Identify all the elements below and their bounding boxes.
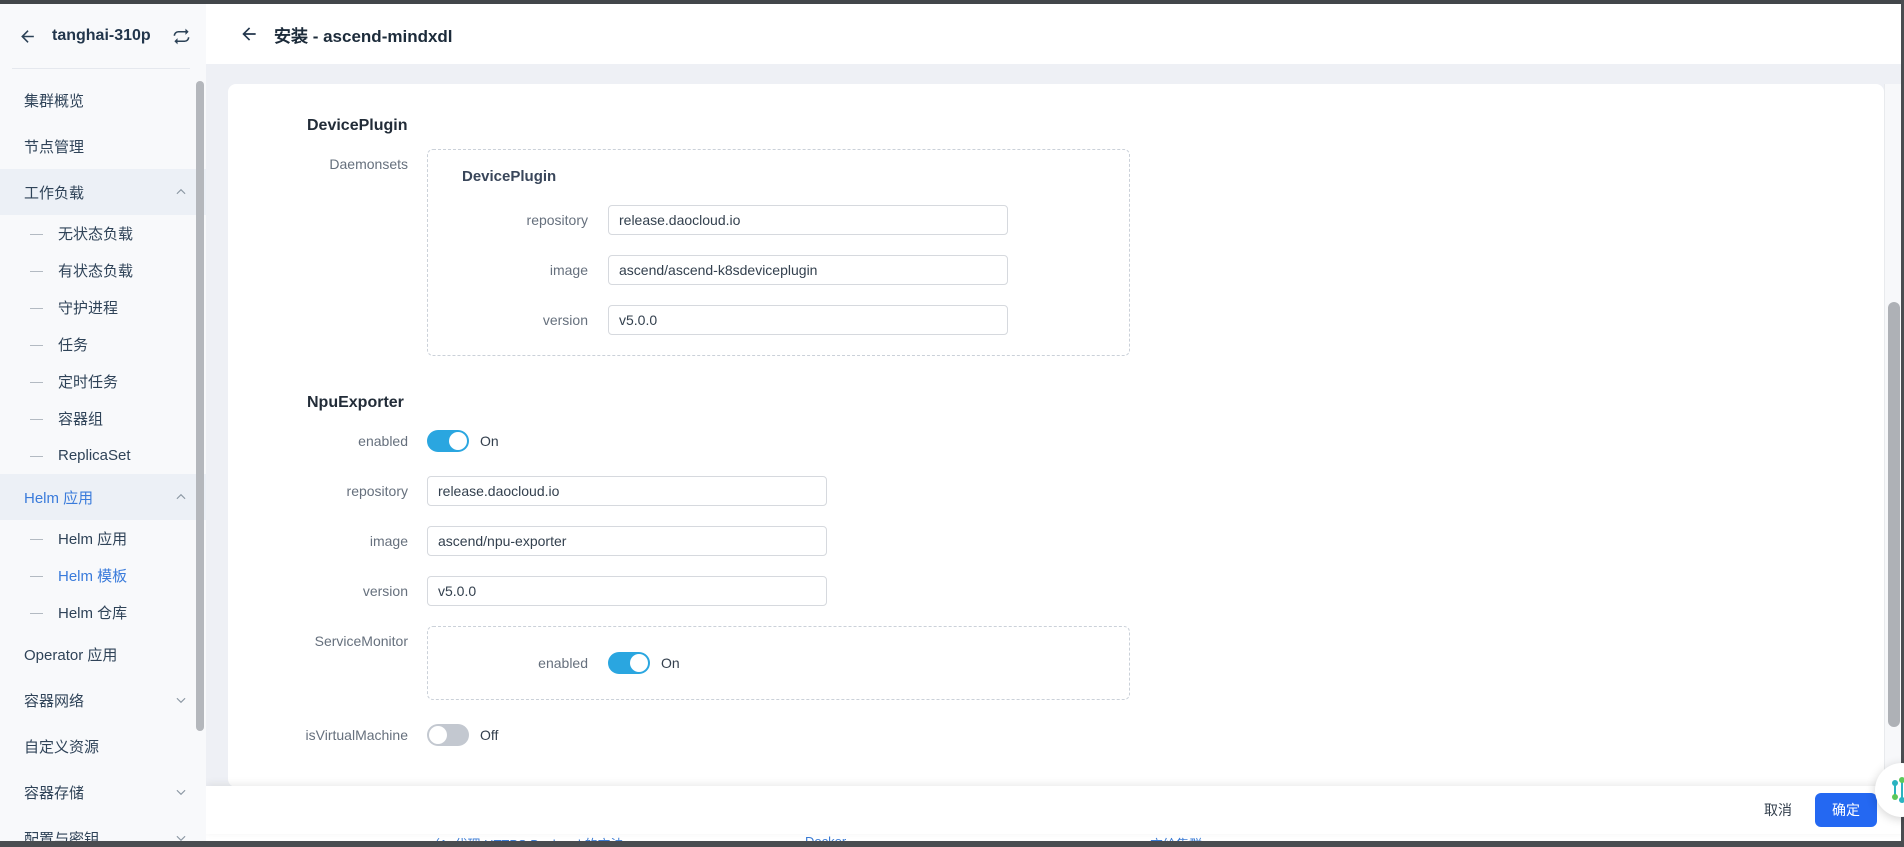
sidebar-item-helm-repos[interactable]: — Helm 仓库: [0, 594, 206, 631]
servicemonitor-label: ServiceMonitor: [314, 633, 408, 649]
sidebar-item-stateful-workloads[interactable]: — 有状态负载: [0, 252, 206, 289]
main-scrollbar-thumb[interactable]: [1888, 302, 1900, 727]
dash-icon: —: [30, 605, 43, 620]
content-backdrop: DevicePlugin Daemonsets DevicePlugin rep…: [206, 64, 1904, 847]
toggle-state-text: On: [480, 433, 499, 449]
dash-icon: —: [30, 374, 43, 389]
dash-icon: —: [30, 226, 43, 241]
section-npuexporter: NpuExporter enabled On repository releas…: [228, 394, 1884, 750]
toggle-knob: [630, 654, 648, 672]
dash-icon: —: [30, 531, 43, 546]
dash-icon: —: [30, 263, 43, 278]
npuexporter-image-input[interactable]: [427, 526, 827, 556]
sidebar-item-jobs[interactable]: — 任务: [0, 326, 206, 363]
servicemonitor-box: enabled On: [427, 626, 1130, 700]
sidebar-header: tanghai-310p: [0, 4, 206, 68]
section-title: NpuExporter: [307, 394, 404, 411]
sidebar-item-operator-apps[interactable]: Operator 应用: [0, 631, 206, 677]
chevron-up-icon: [174, 490, 188, 504]
npuexporter-repository-input[interactable]: [427, 476, 827, 506]
sidebar-item-helm-apps-group[interactable]: Helm 应用: [0, 474, 206, 520]
toggle-knob: [449, 432, 467, 450]
ai-assistant-icon: [1892, 777, 1904, 803]
dash-icon: —: [30, 300, 43, 315]
sidebar-item-workloads[interactable]: 工作负载: [0, 169, 206, 215]
sidebar-item-helm-apps[interactable]: — Helm 应用: [0, 520, 206, 557]
sidebar-item-container-storage[interactable]: 容器存储: [0, 769, 206, 815]
box-title: DevicePlugin: [462, 168, 557, 185]
back-arrow-icon[interactable]: [238, 23, 260, 45]
chevron-down-icon: [174, 693, 188, 707]
npuexporter-enabled-toggle[interactable]: [427, 430, 469, 452]
isvirtualmachine-toggle[interactable]: [427, 724, 469, 746]
install-form-card: DevicePlugin Daemonsets DevicePlugin rep…: [228, 84, 1884, 787]
daemonsets-label: Daemonsets: [329, 156, 408, 172]
sidebar-item-replicaset[interactable]: — ReplicaSet: [0, 437, 206, 474]
sidebar-item-stateless-workloads[interactable]: — 无状态负载: [0, 215, 206, 252]
sidebar-nav: 集群概览 节点管理 工作负载 — 无状态负载 — 有状态负载 — 守护进程 — 任务 —…: [0, 77, 206, 847]
window-bottom-edge: [0, 841, 1904, 847]
deviceplugin-version-input[interactable]: [608, 305, 1008, 335]
sidebar-item-container-network[interactable]: 容器网络: [0, 677, 206, 723]
enabled-label: enabled: [358, 433, 408, 449]
page-header: 安装 - ascend-mindxdl: [206, 4, 1904, 64]
app-window: tanghai-310p 集群概览 节点管理 工作负载 — 无状态负载 — 有状态负…: [0, 0, 1904, 847]
back-arrow-icon[interactable]: [16, 25, 38, 47]
page-title: 安装 - ascend-mindxdl: [274, 26, 453, 46]
version-label: version: [542, 312, 588, 328]
dash-icon: —: [30, 448, 43, 463]
isvirtualmachine-label: isVirtualMachine: [305, 727, 408, 743]
deviceplugin-repository-input[interactable]: [608, 205, 1008, 235]
repository-label: repository: [526, 212, 588, 228]
image-label: image: [369, 533, 408, 549]
sidebar-item-helm-templates[interactable]: — Helm 模板: [0, 557, 206, 594]
sidebar-item-cronjobs[interactable]: — 定时任务: [0, 363, 206, 400]
dash-icon: —: [30, 411, 43, 426]
chevron-up-icon: [174, 185, 188, 199]
chevron-down-icon: [174, 785, 188, 799]
refresh-cycle-icon[interactable]: [170, 25, 192, 47]
footer-action-bar: 取消 确定: [206, 786, 1904, 834]
toggle-state-text: On: [661, 655, 680, 671]
cancel-button[interactable]: 取消: [1754, 793, 1802, 827]
sidebar-item-daemon-process[interactable]: — 守护进程: [0, 289, 206, 326]
image-label: image: [549, 262, 588, 278]
confirm-button[interactable]: 确定: [1815, 793, 1877, 827]
sidebar: tanghai-310p 集群概览 节点管理 工作负载 — 无状态负载 — 有状态负…: [0, 4, 206, 847]
servicemonitor-enabled-toggle[interactable]: [608, 652, 650, 674]
main-area: 安装 - ascend-mindxdl DevicePlugin Daemons…: [206, 4, 1904, 847]
section-title: DevicePlugin: [307, 117, 408, 134]
enabled-label: enabled: [538, 655, 588, 671]
deviceplugin-image-input[interactable]: [608, 255, 1008, 285]
sidebar-item-custom-resources[interactable]: 自定义资源: [0, 723, 206, 769]
deviceplugin-daemonsets-box: DevicePlugin repository image: [427, 149, 1130, 356]
sidebar-item-node-management[interactable]: 节点管理: [0, 123, 206, 169]
version-label: version: [362, 583, 408, 599]
cluster-name: tanghai-310p: [52, 27, 151, 44]
sidebar-scrollbar-thumb[interactable]: [196, 81, 204, 731]
toggle-state-text: Off: [480, 727, 499, 743]
npuexporter-version-input[interactable]: [427, 576, 827, 606]
dash-icon: —: [30, 337, 43, 352]
sidebar-divider: [12, 68, 190, 69]
dash-icon: —: [30, 568, 43, 583]
sidebar-item-cluster-overview[interactable]: 集群概览: [0, 77, 206, 123]
repository-label: repository: [346, 483, 408, 499]
sidebar-item-pods[interactable]: — 容器组: [0, 400, 206, 437]
section-deviceplugin: DevicePlugin Daemonsets DevicePlugin rep…: [228, 117, 1884, 356]
window-top-edge: [0, 0, 1904, 4]
toggle-knob: [429, 726, 447, 744]
